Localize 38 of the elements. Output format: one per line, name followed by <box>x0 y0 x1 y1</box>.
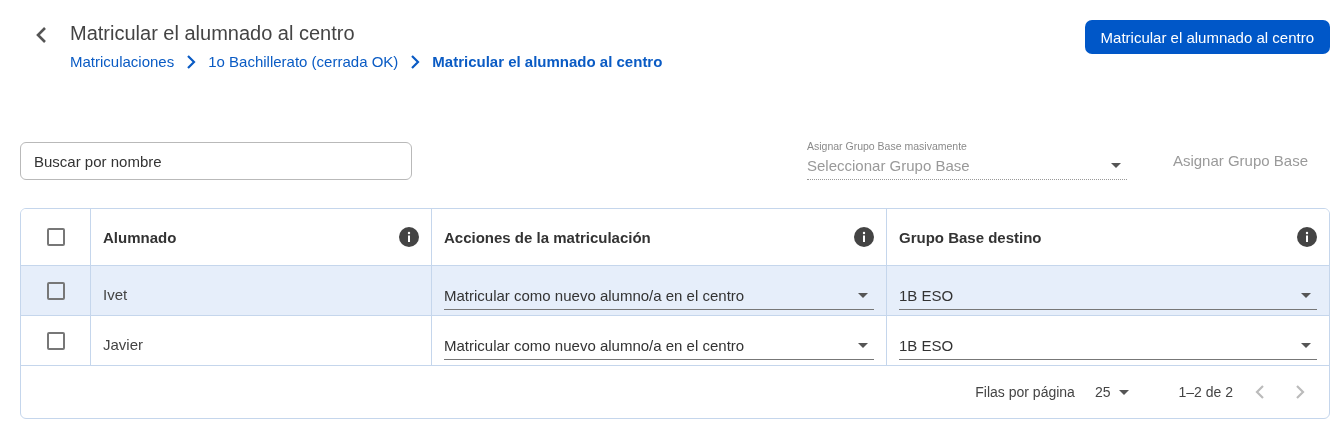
select-all-checkbox[interactable] <box>46 228 65 246</box>
column-header: Grupo Base destino <box>899 228 1043 246</box>
chevron-left-icon <box>1255 385 1265 399</box>
row-checkbox[interactable] <box>46 331 65 350</box>
column-header: Acciones de la matriculación <box>444 228 652 246</box>
caret-icon <box>1118 389 1129 395</box>
caret-icon <box>1111 163 1121 168</box>
group-select[interactable]: 1B ESO <box>899 329 1317 360</box>
breadcrumb-link[interactable]: Matriculaciones <box>70 53 175 70</box>
rows-per-page-label: Filas por página <box>975 384 1075 400</box>
row-checkbox[interactable] <box>46 281 65 300</box>
action-select[interactable]: Matricular como nuevo alumno/a en el centro <box>444 279 874 310</box>
info-icon[interactable] <box>854 227 874 247</box>
chevron-right-icon <box>1295 385 1305 399</box>
page-range: 1–2 de 2 <box>1178 384 1233 400</box>
chevron-right-icon <box>186 54 197 69</box>
column-header: Alumnado <box>103 228 178 246</box>
current-breadcrumb[interactable]: Matricular el alumnado al centro <box>432 53 663 70</box>
page-title: Matricular el alumnado al centro <box>70 22 356 45</box>
rows-per-page-select[interactable]: 25 <box>1088 383 1135 401</box>
table-row[interactable]: Ivet Matricular como nuevo alumno/a en el centro 1B ESO <box>21 266 1329 316</box>
caret-icon <box>1301 342 1311 348</box>
chevron-right-icon <box>410 54 421 69</box>
enroll-button[interactable]: Matricular el alumnado al centro <box>1084 20 1330 54</box>
student-name: Ivet <box>103 286 128 303</box>
caret-icon <box>858 342 868 348</box>
back-icon <box>35 26 47 44</box>
info-icon[interactable] <box>1297 227 1317 247</box>
caret-icon <box>858 292 868 298</box>
info-icon[interactable] <box>399 227 419 247</box>
group-select[interactable]: 1B ESO <box>899 279 1317 310</box>
caret-icon <box>1301 292 1311 298</box>
student-name: Javier <box>103 336 143 353</box>
breadcrumb-link[interactable]: 1o Bachillerato (cerrada OK) <box>208 53 399 70</box>
table-row[interactable]: Javier Matricular como nuevo alumno/a en el centro 1B ESO <box>21 316 1329 366</box>
search-field[interactable]: Buscar por nombre <box>20 142 412 180</box>
action-select[interactable]: Matricular como nuevo alumno/a en el centro <box>444 329 874 360</box>
select-label: Asignar Grupo Base masivamente <box>807 140 968 152</box>
